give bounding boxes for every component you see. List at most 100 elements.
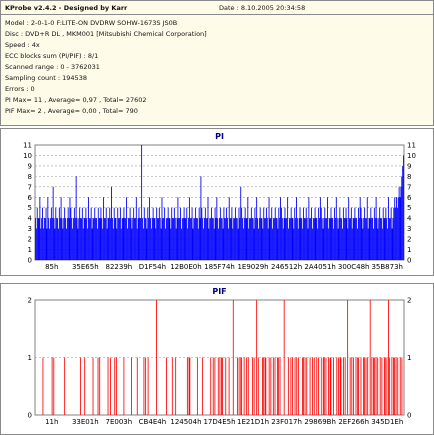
title-divider [1,14,433,15]
pi-bar [342,207,344,260]
pif-bar [188,357,190,415]
pi-bar [50,218,51,260]
pi-bar [163,218,165,260]
info-pif-stats: PIF Max= 2 , Average= 0,00 , Total= 790 [5,107,138,115]
pi-bar [361,218,363,260]
pi-y-tick-label-right: 1 [407,246,411,254]
pi-x-tick-label: 82239h [106,263,133,271]
pi-bar [161,197,163,260]
pif-bar [277,357,278,415]
pi-bar [169,218,171,260]
pi-bar [344,218,346,260]
pi-bar [112,228,114,260]
pif-bar [283,300,285,415]
pi-bar [65,228,67,260]
pi-bar [193,218,195,260]
pif-bar [232,300,234,415]
info-panel: KProbe v2.4.2 - Designed by Karr Date : … [0,0,434,126]
pi-bar [334,207,335,260]
pi-bar [390,207,392,260]
pi-bar [113,207,115,260]
pi-bar [392,218,394,260]
pi-bar [358,218,360,260]
pi-bar [187,228,189,260]
pif-bar [329,357,331,415]
pi-x-tick-label: 35B873h [371,263,403,271]
pi-bar [278,207,280,260]
pi-bar [242,228,244,260]
pi-bar [115,218,117,260]
pi-bar [164,207,166,260]
pi-bar [273,218,274,260]
pi-bar [200,176,202,260]
pi-bar [49,228,51,260]
pif-bar [51,357,53,415]
pif-bar [294,357,296,415]
pif-bar [316,357,318,415]
pi-bar [321,218,323,260]
pi-bar [197,228,199,260]
pi-bar [50,207,52,260]
pi-bar [336,218,338,260]
pi-bar [354,207,356,260]
pif-bar [347,300,349,415]
pi-bar [155,228,157,260]
pi-bar [338,218,340,260]
pi-bar [82,228,84,260]
pi-bar [350,218,351,260]
pif-bar [131,357,132,415]
pi-bar [375,197,377,260]
pi-bar [62,228,64,260]
pi-bar [81,207,83,260]
pi-bar [53,218,55,260]
info-model: Model : 2-0-1-0 F:LITE-ON DVDRW SOHW-167… [5,19,178,27]
pif-y-tick-label-right: 1 [407,354,411,362]
pif-bar [115,357,117,415]
pi-bar [362,228,364,260]
pi-bar [96,218,97,260]
pi-bar [177,197,179,260]
pif-bar [290,357,292,415]
pi-bar [311,207,312,260]
pif-bar [222,357,223,415]
pi-bar [281,218,283,260]
pi-bar [106,228,108,260]
pi-y-tick-label-left: 5 [28,204,32,212]
pif-bar [373,357,375,415]
pif-bar [323,357,325,415]
pi-bar [119,218,120,260]
pif-bar [369,300,371,415]
pi-bar [52,186,54,260]
pi-bar [158,207,160,260]
pi-bar [329,218,331,260]
pi-bar [232,228,234,260]
pi-bar [42,228,44,260]
pi-bar [67,207,69,260]
pif-bar [395,357,397,415]
pi-bar [99,218,101,260]
pif-bar [353,357,354,415]
pi-bar [96,228,98,260]
pi-y-tick-label-left: 9 [28,162,32,170]
pi-bar [257,228,259,260]
pi-bar [142,228,144,260]
pif-bar [375,357,377,415]
pi-bar [144,218,146,260]
pi-bar [231,207,233,260]
pi-bar [208,228,210,260]
pi-bar [145,218,147,260]
pi-bar [65,218,66,260]
pi-bar [263,207,265,260]
pi-x-tick-label: D1F54h [139,263,166,271]
pi-bar [252,218,254,260]
pif-bar [367,357,369,415]
pi-bar [83,218,85,260]
pi-y-tick-label-left: 11 [23,142,32,150]
pi-bar [185,218,187,260]
pi-bar [275,218,277,260]
pi-bar [59,218,61,260]
pif-bar [243,357,245,415]
pi-bar [215,218,217,260]
pif-y-tick-label-left: 2 [28,297,32,305]
pi-bar [157,218,158,260]
